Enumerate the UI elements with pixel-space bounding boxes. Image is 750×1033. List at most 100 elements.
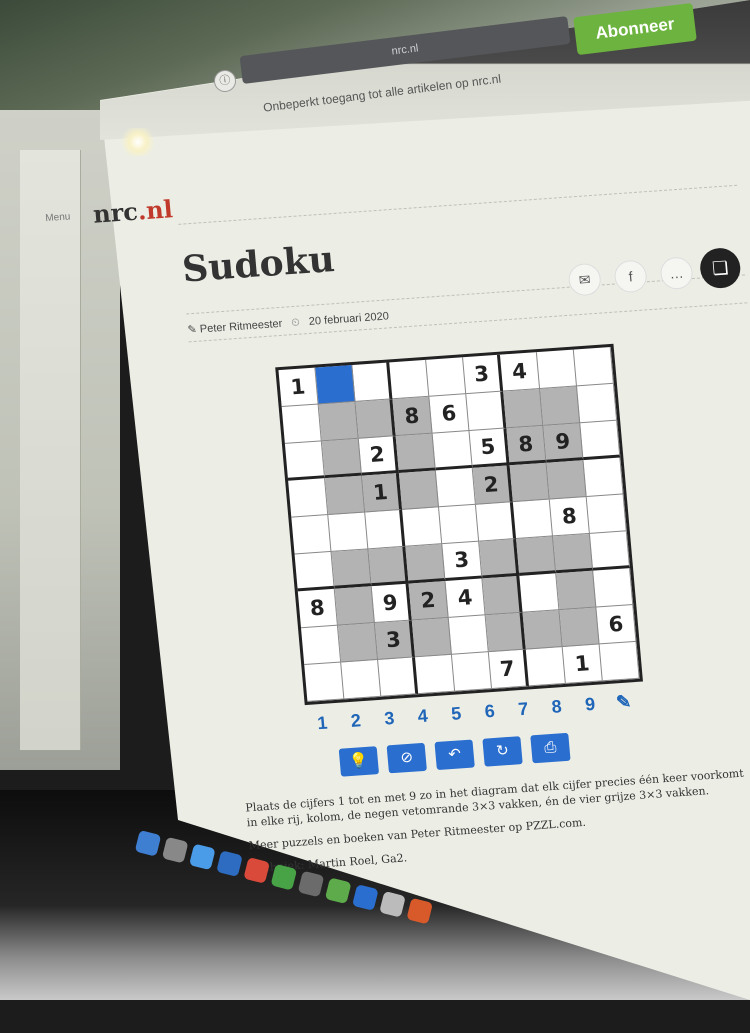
sudoku-cell[interactable]: [355, 399, 396, 439]
sudoku-cell[interactable]: [559, 607, 600, 647]
messages-icon[interactable]: [270, 863, 298, 891]
sudoku-cell[interactable]: [448, 615, 489, 655]
reset-button[interactable]: ↻: [482, 736, 523, 767]
number-button-2[interactable]: 2: [341, 710, 371, 733]
sudoku-cell[interactable]: [546, 460, 587, 500]
number-button-4[interactable]: 4: [408, 705, 438, 728]
number-button-1[interactable]: 1: [308, 712, 338, 735]
sudoku-cell[interactable]: [439, 504, 480, 545]
sudoku-cell[interactable]: [328, 512, 369, 552]
facetime-icon[interactable]: [324, 877, 352, 905]
sudoku-cell[interactable]: [435, 467, 476, 508]
sudoku-cell[interactable]: 3: [442, 541, 483, 582]
sudoku-cell[interactable]: [294, 551, 335, 592]
sudoku-cell[interactable]: [556, 570, 597, 611]
sudoku-cell[interactable]: 1: [361, 473, 403, 513]
sudoku-cell[interactable]: [415, 654, 456, 695]
chrome-icon[interactable]: [243, 857, 271, 884]
print-button[interactable]: ⎙: [530, 732, 571, 764]
sudoku-cell[interactable]: 8: [506, 425, 547, 466]
sudoku-cell[interactable]: [540, 386, 581, 426]
sudoku-cell[interactable]: [288, 478, 329, 518]
sudoku-cell[interactable]: [599, 641, 640, 682]
facebook-share-icon[interactable]: f: [613, 259, 648, 294]
sudoku-cell[interactable]: 9: [543, 423, 584, 463]
sudoku-cell[interactable]: [589, 531, 631, 571]
menu-link[interactable]: Menu: [45, 211, 71, 224]
eraser-icon[interactable]: ✎: [609, 691, 639, 714]
photos-icon[interactable]: [379, 890, 406, 918]
sudoku-cell[interactable]: [516, 536, 557, 576]
sudoku-cell[interactable]: [334, 586, 375, 626]
number-button-9[interactable]: 9: [575, 693, 605, 716]
sudoku-cell[interactable]: [281, 404, 322, 444]
sudoku-cell[interactable]: [365, 509, 406, 550]
settings-icon[interactable]: [297, 870, 325, 898]
number-button-5[interactable]: 5: [441, 703, 471, 726]
sudoku-cell[interactable]: [536, 349, 578, 389]
sudoku-cell[interactable]: [426, 357, 467, 397]
number-button-6[interactable]: 6: [475, 700, 505, 723]
safari-icon[interactable]: [189, 843, 216, 871]
sudoku-cell[interactable]: 3: [463, 354, 504, 395]
site-logo[interactable]: nrc.nl: [92, 194, 174, 228]
sudoku-cell[interactable]: [352, 362, 393, 402]
sudoku-cell[interactable]: 2: [408, 581, 449, 621]
sudoku-cell[interactable]: [509, 462, 550, 503]
sudoku-cell[interactable]: 6: [429, 394, 470, 434]
sudoku-cell[interactable]: [580, 420, 621, 461]
sudoku-cell[interactable]: [525, 646, 566, 687]
sudoku-cell[interactable]: 2: [472, 465, 513, 505]
sudoku-cell[interactable]: 3: [374, 620, 416, 660]
sudoku-cell[interactable]: [552, 533, 594, 574]
sudoku-cell[interactable]: [586, 494, 627, 534]
mail-app-icon[interactable]: [216, 850, 243, 877]
number-button-3[interactable]: 3: [374, 707, 404, 730]
sudoku-cell[interactable]: 2: [358, 436, 399, 476]
mail-share-icon[interactable]: ✉: [567, 262, 603, 297]
sudoku-cell[interactable]: 8: [297, 588, 338, 629]
sudoku-cell[interactable]: [482, 575, 523, 616]
sudoku-cell[interactable]: [522, 610, 563, 650]
music-icon[interactable]: [406, 897, 434, 925]
sudoku-cell[interactable]: [405, 544, 446, 584]
undo-button[interactable]: ↶: [434, 739, 475, 771]
sudoku-cell[interactable]: [479, 538, 520, 579]
sudoku-cell[interactable]: [389, 359, 430, 400]
sudoku-cell[interactable]: [378, 657, 419, 697]
author-name[interactable]: Peter Ritmeester: [199, 318, 282, 336]
sudoku-cell[interactable]: [519, 573, 560, 613]
number-button-8[interactable]: 8: [542, 696, 572, 719]
sudoku-cell[interactable]: [451, 652, 493, 692]
sudoku-cell[interactable]: [573, 346, 614, 387]
sudoku-cell[interactable]: 8: [549, 496, 590, 537]
sudoku-cell[interactable]: [503, 388, 544, 429]
sudoku-cell[interactable]: 7: [488, 649, 529, 690]
sudoku-cell[interactable]: 9: [371, 583, 412, 624]
sudoku-cell[interactable]: [291, 515, 332, 555]
sudoku-cell[interactable]: 6: [596, 604, 637, 645]
launchpad-icon[interactable]: [161, 836, 189, 864]
sudoku-cell[interactable]: [304, 662, 345, 702]
sudoku-cell[interactable]: [398, 470, 440, 510]
sudoku-cell[interactable]: [284, 441, 326, 481]
sudoku-cell[interactable]: 4: [499, 352, 541, 392]
sudoku-cell[interactable]: [337, 623, 379, 663]
sudoku-grid[interactable]: 134862589128389243671: [275, 343, 643, 706]
appstore-icon[interactable]: [352, 884, 379, 911]
sudoku-cell[interactable]: 1: [278, 367, 319, 408]
sudoku-cell[interactable]: 4: [445, 578, 486, 618]
sudoku-cell[interactable]: [368, 546, 409, 587]
sudoku-cell[interactable]: 1: [562, 644, 603, 684]
sudoku-cell[interactable]: [583, 457, 624, 497]
sudoku-cell[interactable]: [466, 391, 507, 431]
sudoku-cell[interactable]: [321, 438, 362, 479]
sudoku-cell[interactable]: [341, 659, 382, 700]
sudoku-cell[interactable]: [411, 617, 452, 658]
sudoku-cell[interactable]: [331, 549, 372, 589]
sudoku-cell[interactable]: [593, 568, 634, 608]
sudoku-cell[interactable]: [301, 625, 342, 666]
more-share-icon[interactable]: …: [659, 256, 694, 291]
sudoku-cell[interactable]: 5: [469, 428, 510, 468]
sudoku-cell[interactable]: [315, 365, 356, 405]
